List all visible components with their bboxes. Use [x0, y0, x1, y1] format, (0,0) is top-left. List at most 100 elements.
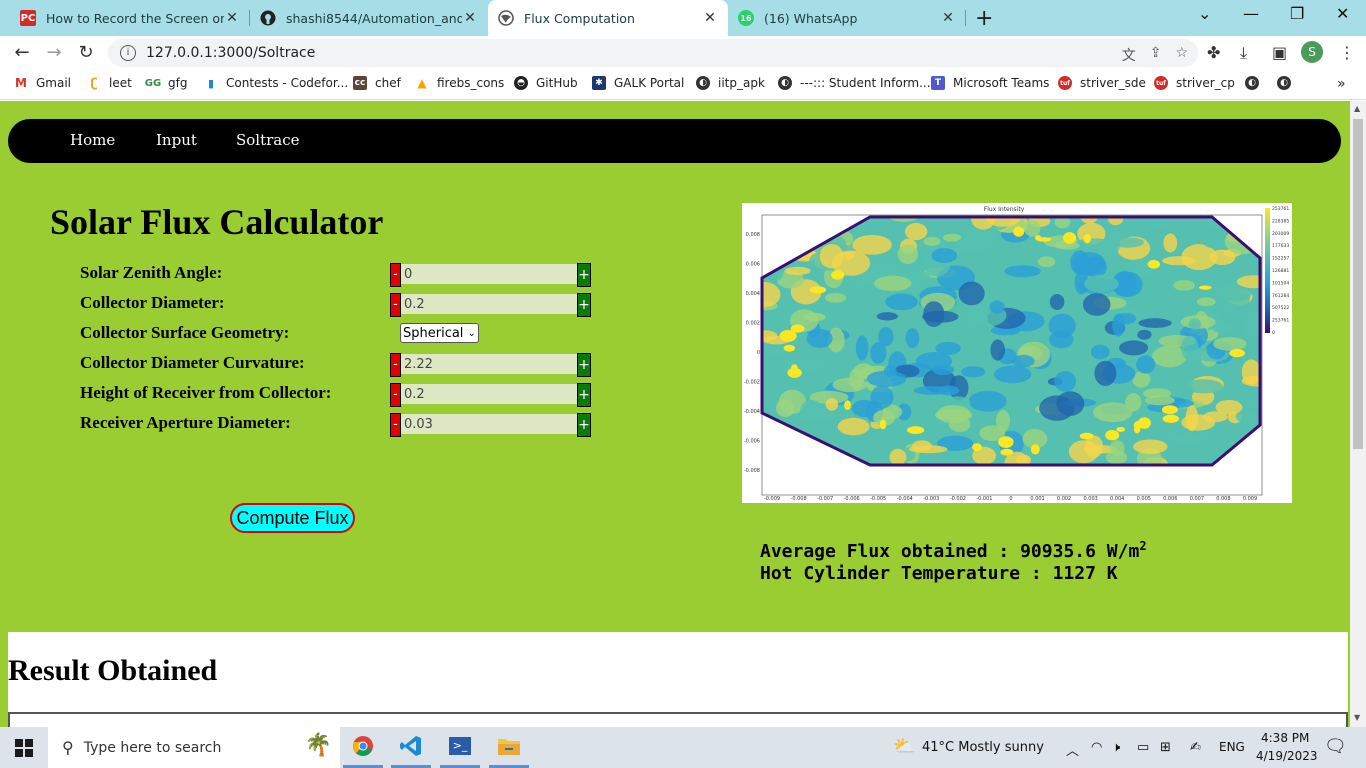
close-icon[interactable]: ✕ — [224, 10, 240, 26]
x-tick-label: -0.001 — [976, 496, 992, 502]
nav-soltrace[interactable]: Soltrace — [236, 131, 300, 149]
meet-now-icon[interactable]: ⊞ — [1160, 740, 1171, 755]
extensions-icon[interactable]: ✤ — [1207, 43, 1220, 62]
field-label: Collector Diameter: — [80, 293, 225, 312]
clock-date[interactable]: 4/19/2023 — [1256, 749, 1318, 763]
bookmark-gmail[interactable]: M Gmail — [14, 76, 71, 90]
heatmap-cell — [909, 445, 948, 454]
more-bookmarks-icon[interactable]: » — [1337, 76, 1346, 92]
decrement-button[interactable]: - — [390, 293, 401, 317]
result-section: Result Obtained — [8, 632, 1348, 727]
url-text[interactable]: 127.0.0.1:3000/Soltrace — [146, 45, 315, 61]
address-bar[interactable]: i 127.0.0.1:3000/Soltrace 文 ⇪ ☆ — [108, 39, 1198, 67]
close-icon[interactable]: ✕ — [702, 10, 718, 26]
bookmark-globe-1[interactable]: ◐ — [1245, 76, 1267, 90]
bookmark-globe-2[interactable]: ◐ — [1277, 76, 1299, 90]
heatmap-cell — [876, 312, 898, 321]
taskbar-search-box[interactable]: ⚲ Type here to search 🌴 — [48, 727, 340, 768]
pen-icon[interactable]: ✍ — [1190, 740, 1201, 755]
heatmap-cell — [1185, 379, 1223, 394]
heatmap-hotspot — [1147, 259, 1160, 269]
volume-icon[interactable]: 🕨 — [1112, 740, 1120, 755]
chrome-icon[interactable] — [343, 727, 383, 768]
increment-button[interactable]: + — [577, 263, 591, 287]
download-icon[interactable]: ⤓ — [1240, 43, 1247, 63]
vscode-icon[interactable] — [391, 727, 431, 768]
chevron-up-icon[interactable]: ︿ — [1066, 740, 1079, 759]
increment-button[interactable]: + — [577, 413, 591, 437]
increment-button[interactable]: + — [577, 293, 591, 317]
forward-icon[interactable]: → — [42, 41, 66, 65]
collector-curvature-input[interactable] — [401, 354, 577, 374]
restore-button[interactable]: ❐ — [1290, 4, 1304, 23]
field-solar-zenith-angle: Solar Zenith Angle: - + — [80, 263, 600, 287]
side-panel-icon[interactable]: ▣ — [1272, 43, 1287, 62]
back-icon[interactable]: ← — [10, 41, 34, 65]
bookmark-chef[interactable]: cc chef — [353, 76, 401, 90]
notification-icon[interactable]: 🗨 — [1324, 736, 1347, 757]
heatmap-hotspot — [783, 344, 795, 352]
collector-diameter-input[interactable] — [401, 294, 577, 314]
heatmap-cell — [762, 237, 783, 259]
scroll-down-icon[interactable]: ▼ — [1354, 713, 1360, 722]
compute-flux-button[interactable]: Compute Flux — [230, 503, 355, 533]
battery-icon[interactable]: ▭ — [1137, 740, 1149, 755]
heatmap-cell — [1215, 400, 1243, 415]
bookmark-star-icon[interactable]: ☆ — [1175, 45, 1188, 65]
scroll-up-icon[interactable]: ▲ — [1354, 104, 1360, 113]
weather-text[interactable]: 41°C Mostly sunny — [922, 740, 1044, 755]
heatmap-cell — [1119, 340, 1149, 356]
decrement-button[interactable]: - — [390, 263, 401, 287]
page-scrollbar[interactable]: ▲ ▼ — [1350, 101, 1366, 727]
decrement-button[interactable]: - — [390, 413, 401, 437]
receiver-aperture-input[interactable] — [401, 414, 577, 434]
language-indicator[interactable]: ENG — [1219, 740, 1245, 754]
heatmap-cell — [885, 293, 918, 311]
clock-time[interactable]: 4:38 PM — [1261, 731, 1309, 745]
network-icon[interactable]: ◠ — [1091, 740, 1102, 755]
share-icon[interactable]: ⇪ — [1150, 45, 1162, 65]
close-window-button[interactable]: ✕ — [1336, 4, 1349, 23]
bookmark-firebs[interactable]: ▲ firebs_cons — [415, 76, 504, 90]
avatar[interactable]: S — [1301, 41, 1323, 63]
minimize-button[interactable]: — — [1243, 4, 1259, 23]
bookmark-teams[interactable]: T Microsoft Teams — [931, 76, 1049, 90]
bookmark-striver-cp[interactable]: tuf striver_cp — [1154, 76, 1235, 90]
bookmark-galk[interactable]: ✱ GALK Portal — [592, 76, 684, 90]
tab-search-icon[interactable]: ⌄ — [1198, 4, 1211, 23]
bookmark-student-info[interactable]: ◐ ---::: Student Inform... — [778, 76, 931, 90]
menu-icon[interactable]: ⋮ — [1339, 43, 1355, 62]
powershell-icon[interactable]: >_ — [440, 727, 480, 768]
solar-zenith-angle-input[interactable] — [401, 264, 577, 284]
site-info-icon[interactable]: i — [120, 45, 136, 61]
increment-button[interactable]: + — [577, 353, 591, 377]
increment-button[interactable]: + — [577, 383, 591, 407]
nav-home[interactable]: Home — [70, 131, 115, 149]
nav-input[interactable]: Input — [156, 131, 197, 149]
bookmark-leet[interactable]: ʗ leet — [87, 76, 132, 90]
tab-whatsapp[interactable]: 16 (16) WhatsApp ✕ — [728, 0, 966, 36]
heatmap-cell — [1004, 265, 1041, 278]
translate-icon[interactable]: 文 — [1122, 45, 1136, 65]
decrement-button[interactable]: - — [390, 353, 401, 377]
close-icon[interactable]: ✕ — [462, 10, 478, 26]
tab-github[interactable]: shashi8544/Automation_and_Sol ✕ — [250, 0, 488, 36]
file-explorer-icon[interactable] — [489, 727, 529, 768]
new-tab-button[interactable]: + — [975, 6, 993, 31]
bookmark-iitp[interactable]: ◐ iitp_apk — [696, 76, 765, 90]
receiver-height-input[interactable] — [401, 384, 577, 404]
windows-start-icon[interactable] — [0, 727, 48, 768]
bookmark-github[interactable]: ◓ GitHub — [514, 76, 578, 90]
weather-icon[interactable]: ⛅ — [893, 736, 915, 757]
tab-flux-computation[interactable]: Flux Computation ✕ — [488, 0, 728, 36]
surface-geometry-select[interactable]: Spherical ⌄ — [400, 323, 479, 343]
decrement-button[interactable]: - — [390, 383, 401, 407]
bookmark-striver-sde[interactable]: tuf striver_sde — [1058, 76, 1146, 90]
close-icon[interactable]: ✕ — [940, 10, 956, 26]
heatmap-cell — [1068, 440, 1099, 464]
tab-record-screen[interactable]: PC How to Record the Screen on You ✕ — [10, 0, 250, 36]
reload-icon[interactable]: ↻ — [74, 41, 98, 65]
bookmark-gfg[interactable]: GG gfg — [145, 76, 188, 90]
scrollbar-thumb[interactable] — [1353, 119, 1363, 449]
bookmark-codeforces[interactable]: ▮ Contests - Codefor... — [204, 76, 348, 90]
